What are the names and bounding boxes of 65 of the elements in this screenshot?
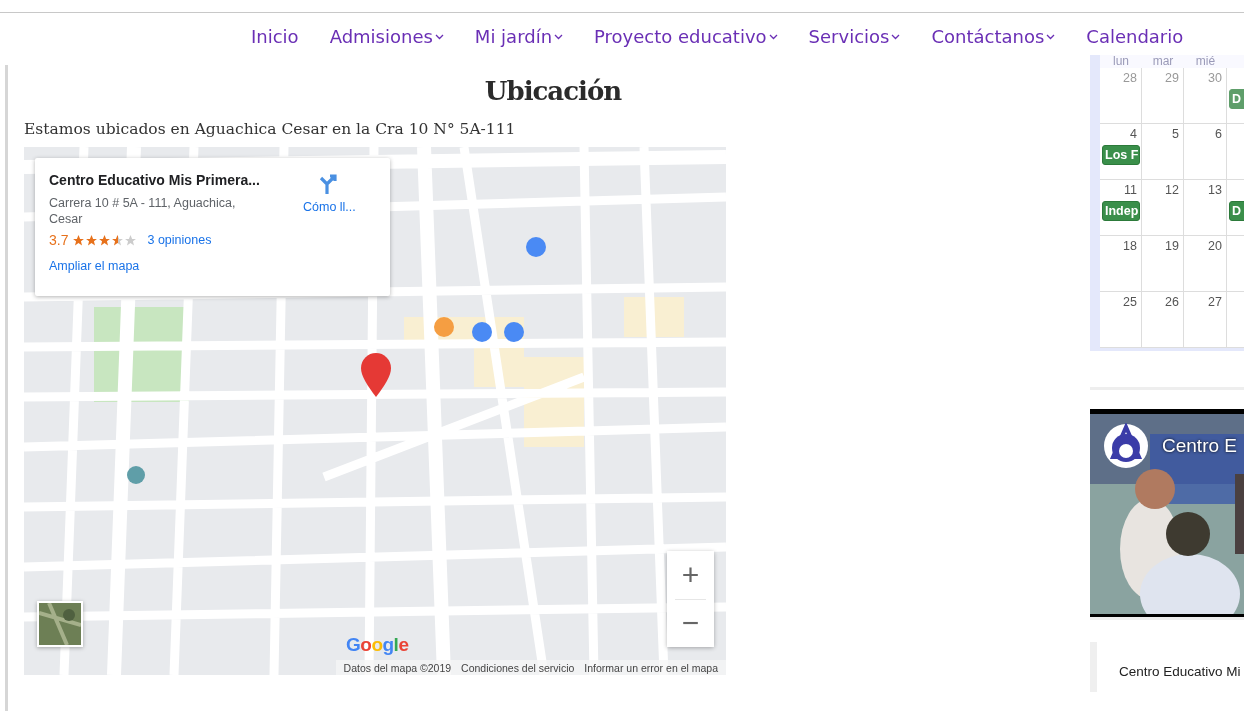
nav-link[interactable]: Servicios <box>808 26 901 47</box>
chevron-icon <box>768 33 778 40</box>
day-cell[interactable]: 20 <box>1184 236 1227 292</box>
day-number: 12 <box>1164 182 1180 198</box>
zoom-in-button[interactable]: + <box>667 551 714 599</box>
nav-link[interactable]: Inicio <box>251 26 299 47</box>
weekday-label: mar <box>1151 55 1175 68</box>
place-name: Centro Educativo Mis Primera... <box>49 172 260 188</box>
video-title: Centro E <box>1162 435 1237 457</box>
nav-link[interactable]: Admisiones <box>329 26 444 47</box>
chevron-icon <box>1046 33 1056 40</box>
day-number: 6 <box>1214 126 1223 142</box>
day-cell[interactable]: 12 <box>1142 180 1184 236</box>
weekday-label: lun <box>1112 55 1130 68</box>
day-cell[interactable]: 27 <box>1184 292 1227 348</box>
enlarge-map-link[interactable]: Ampliar el mapa <box>49 259 140 273</box>
attribution-text[interactable]: Condiciones del servicio <box>461 661 575 674</box>
day-number: 28 <box>1122 70 1138 86</box>
day-number: 26 <box>1164 294 1180 310</box>
weekday-label: mié <box>1194 55 1217 68</box>
day-number: 27 <box>1207 294 1223 310</box>
attribution-text[interactable]: Informar un error en el mapa <box>584 661 718 674</box>
day-cell[interactable]: 19 <box>1142 236 1184 292</box>
calendar-event[interactable]: D <box>1229 201 1244 221</box>
day-cell[interactable]: 11 Indep <box>1100 180 1142 236</box>
day-cell[interactable]: 26 <box>1142 292 1184 348</box>
calendar-event[interactable]: Indep <box>1102 201 1140 221</box>
day-number: 19 <box>1164 238 1180 254</box>
attribution-text[interactable]: Datos del mapa ©2019 <box>343 661 452 674</box>
day-number: 25 <box>1122 294 1138 310</box>
place-address: Carrera 10 # 5A - 111, Aguachica, Cesar <box>49 195 237 227</box>
day-number: 30 <box>1207 70 1223 86</box>
day-cell[interactable]: 5 <box>1142 124 1184 180</box>
map-logo: Google <box>346 634 409 656</box>
day-number: 4 <box>1129 126 1138 142</box>
directions-link[interactable]: Cómo ll... <box>303 200 356 214</box>
day-cell[interactable]: 18 <box>1100 236 1142 292</box>
chevron-icon <box>891 33 901 40</box>
day-cell[interactable]: 25 <box>1100 292 1142 348</box>
day-cell[interactable]: 6 <box>1184 124 1227 180</box>
nav-link[interactable]: Mi jardín <box>474 26 564 47</box>
day-cell[interactable]: 4 Los F <box>1100 124 1142 180</box>
widget-text: Centro Educativo Mi <box>1119 664 1241 679</box>
nav-link[interactable]: Contáctanos <box>931 26 1056 47</box>
rating-value: 3.7 <box>49 232 69 248</box>
calendar-event[interactable]: Los F <box>1102 145 1140 165</box>
day-number: 18 <box>1122 238 1138 254</box>
logo-icon <box>1103 423 1149 469</box>
map-layer-button[interactable] <box>37 601 83 647</box>
day-number: 29 <box>1164 70 1180 86</box>
chevron-icon <box>434 33 444 40</box>
address-text: Estamos ubicados en Aguachica Cesar en la Cra 10 N° 5A-111 <box>24 120 516 138</box>
video-player[interactable]: Centro E <box>1090 409 1244 620</box>
map[interactable]: Centro Educativo Mis Primera... Carrera 10 # 5A - 111, Aguachica, Cesar 3.7 3 opiniones Ampliar el mapa Cómo ll... + − Google Datos del mapa ©2019 Condiciones del servicio Informar un error en el mapa <box>24 147 726 675</box>
day-number: 20 <box>1207 238 1223 254</box>
chevron-icon <box>554 33 564 40</box>
nav-link[interactable]: Proyecto educativo <box>594 26 778 47</box>
nav-link[interactable]: Calendario <box>1086 26 1184 47</box>
day-number: 13 <box>1207 182 1223 198</box>
day-cell[interactable]: 13 <box>1184 180 1227 236</box>
day-number: 11 <box>1123 182 1138 198</box>
section-heading: Ubicación <box>484 75 622 108</box>
day-number: 5 <box>1171 126 1180 142</box>
zoom-out-button[interactable]: − <box>667 599 714 647</box>
reviews-link[interactable]: 3 opiniones <box>147 233 212 247</box>
